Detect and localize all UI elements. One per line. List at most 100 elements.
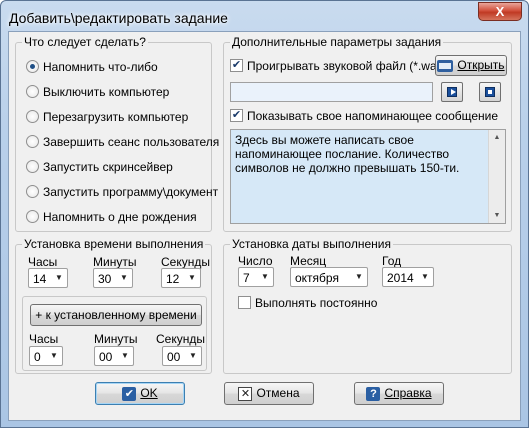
year-select[interactable]: 2014 ▼ xyxy=(382,267,434,287)
checkmark-icon: ✔ xyxy=(122,386,137,401)
offset-seconds-value: 00 xyxy=(167,350,181,364)
cancel-button[interactable]: ✕ Отмена xyxy=(224,382,314,405)
offset-seconds-label: Секунды xyxy=(156,332,205,346)
what-to-do-title: Что следует сделать? xyxy=(22,35,148,49)
date-title: Установка даты выполнения xyxy=(230,237,393,251)
chevron-down-icon: ▼ xyxy=(421,272,429,281)
message-text: Здесь вы можете написать свое напоминающ… xyxy=(235,133,460,175)
help-question-icon: ? xyxy=(366,386,381,401)
radio-reboot[interactable] xyxy=(26,110,39,124)
radio-run-program[interactable] xyxy=(26,185,39,199)
add-to-time-button[interactable]: + к установленному времени xyxy=(30,304,202,326)
option-logoff[interactable]: Завершить сеанс пользователя xyxy=(26,134,219,150)
radio-logoff[interactable] xyxy=(26,135,39,149)
hours-label: Часы xyxy=(28,255,58,269)
day-select[interactable]: 7 ▼ xyxy=(238,267,274,287)
month-select[interactable]: октября ▼ xyxy=(290,267,368,287)
offset-seconds-select[interactable]: 00 ▼ xyxy=(162,346,202,366)
chevron-down-icon: ▼ xyxy=(50,351,58,360)
offset-minutes-select[interactable]: 00 ▼ xyxy=(94,346,134,366)
radio-birthday[interactable] xyxy=(26,210,39,224)
option-label: Перезагрузить компьютер xyxy=(43,109,189,124)
day-label: Число xyxy=(238,254,273,268)
option-label: Напомнить о дне рождения xyxy=(43,209,197,224)
offset-minutes-value: 00 xyxy=(99,350,113,364)
radio-screensaver[interactable] xyxy=(26,160,39,174)
chevron-down-icon: ▼ xyxy=(188,273,196,282)
offset-hours-select[interactable]: 0 ▼ xyxy=(29,346,63,366)
title-bar[interactable]: Добавить\редактировать задание X xyxy=(1,1,528,31)
message-textarea[interactable]: Здесь вы можете написать свое напоминающ… xyxy=(230,129,506,224)
play-sound-checkbox[interactable]: ✔ xyxy=(230,59,243,73)
open-file-button[interactable]: Открыть xyxy=(435,55,507,76)
year-label: Год xyxy=(382,254,402,268)
always-run-label: Выполнять постоянно xyxy=(255,295,378,310)
show-message-row[interactable]: ✔ Показывать свое напоминающее сообщение xyxy=(230,108,498,123)
stop-sound-button[interactable] xyxy=(479,82,501,102)
show-message-label: Показывать свое напоминающее сообщение xyxy=(247,108,499,123)
folder-open-icon xyxy=(437,59,454,72)
day-value: 7 xyxy=(243,271,250,285)
hours-value: 14 xyxy=(33,272,47,286)
open-file-label: Открыть xyxy=(457,58,505,72)
extra-params-group: Дополнительные параметры задания ✔ Проигр… xyxy=(223,35,512,232)
time-group: Установка времени выполнения Часы Минуты… xyxy=(15,237,212,374)
scroll-down-icon[interactable]: ▼ xyxy=(489,208,505,223)
time-title: Установка времени выполнения xyxy=(22,237,206,251)
offset-hours-value: 0 xyxy=(34,350,41,364)
chevron-down-icon: ▼ xyxy=(261,272,269,281)
month-label: Месяц xyxy=(290,254,327,268)
option-run-program[interactable]: Запустить программу\документ xyxy=(26,184,218,200)
seconds-label: Секунды xyxy=(161,255,210,269)
scroll-up-icon[interactable]: ▲ xyxy=(489,130,505,145)
play-sound-button[interactable] xyxy=(441,82,463,102)
option-remind[interactable]: Напомнить что-либо xyxy=(26,59,158,75)
option-birthday[interactable]: Напомнить о дне рождения xyxy=(26,209,197,225)
close-button[interactable]: X xyxy=(478,2,522,21)
option-label: Напомнить что-либо xyxy=(43,59,158,74)
always-run-checkbox[interactable] xyxy=(238,296,251,310)
date-group: Установка даты выполнения Число Месяц Го… xyxy=(223,237,512,374)
play-icon xyxy=(447,87,457,97)
message-scrollbar[interactable]: ▲ ▼ xyxy=(488,130,505,223)
month-value: октября xyxy=(295,271,339,285)
what-to-do-group: Что следует сделать? Напомнить что-либо … xyxy=(15,35,219,232)
minutes-label: Минуты xyxy=(93,255,137,269)
show-message-checkbox[interactable]: ✔ xyxy=(230,109,243,123)
extra-params-title: Дополнительные параметры задания xyxy=(230,35,444,49)
ok-button[interactable]: ✔ OK xyxy=(95,382,185,405)
chevron-down-icon: ▼ xyxy=(55,273,63,282)
option-reboot[interactable]: Перезагрузить компьютер xyxy=(26,109,188,125)
offset-hours-label: Часы xyxy=(29,332,59,346)
minutes-value: 30 xyxy=(98,272,112,286)
cancel-x-icon: ✕ xyxy=(238,386,253,401)
radio-shutdown[interactable] xyxy=(26,85,39,99)
option-label: Запустить скринсейвер xyxy=(43,159,173,174)
sound-file-path-input[interactable] xyxy=(230,82,433,102)
stop-icon xyxy=(485,87,495,97)
play-sound-label: Проигрывать звуковой файл (*.wav) xyxy=(247,58,447,73)
offset-minutes-label: Минуты xyxy=(94,332,138,346)
option-screensaver[interactable]: Запустить скринсейвер xyxy=(26,159,173,175)
minutes-select[interactable]: 30 ▼ xyxy=(93,268,133,288)
help-button[interactable]: ? Справка xyxy=(354,382,444,405)
year-value: 2014 xyxy=(387,271,414,285)
ok-label: OK xyxy=(140,386,158,400)
play-sound-row[interactable]: ✔ Проигрывать звуковой файл (*.wav) xyxy=(230,58,447,73)
option-label: Выключить компьютер xyxy=(43,84,170,99)
always-run-row[interactable]: Выполнять постоянно xyxy=(238,295,377,310)
dialog-window: Добавить\редактировать задание X Что сле… xyxy=(0,0,529,428)
seconds-value: 12 xyxy=(166,272,180,286)
dialog-client-area: Что следует сделать? Напомнить что-либо … xyxy=(8,31,521,421)
seconds-select[interactable]: 12 ▼ xyxy=(161,268,201,288)
option-label: Завершить сеанс пользователя xyxy=(43,134,220,149)
help-label: Справка xyxy=(384,386,432,400)
radio-remind[interactable] xyxy=(26,60,39,74)
chevron-down-icon: ▼ xyxy=(189,351,197,360)
hours-select[interactable]: 14 ▼ xyxy=(28,268,68,288)
chevron-down-icon: ▼ xyxy=(355,272,363,281)
add-to-time-label: + к установленному времени xyxy=(35,308,197,322)
option-shutdown[interactable]: Выключить компьютер xyxy=(26,84,169,100)
option-label: Запустить программу\документ xyxy=(43,184,219,199)
window-title: Добавить\редактировать задание xyxy=(9,10,228,26)
